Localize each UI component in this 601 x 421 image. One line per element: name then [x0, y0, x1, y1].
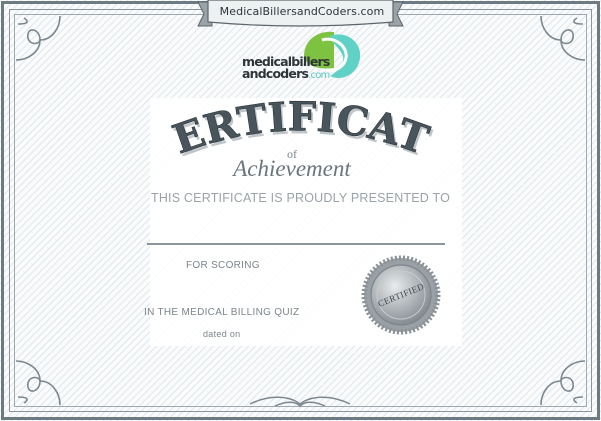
dated-on-label: dated on: [203, 329, 241, 339]
certificate: CERTIFIED CERTIFICATE CERTIFICATE of Ach…: [0, 0, 601, 421]
certified-seal: CERTIFIED: [361, 255, 441, 335]
presented-to-text: THIS CERTIFICATE IS PROUDLY PRESENTED TO: [150, 191, 451, 205]
quiz-name-text: IN THE MEDICAL BILLING QUIZ: [144, 307, 300, 318]
company-logo: medicalbillers andcoders.com: [242, 55, 330, 82]
ribbon-website-text: MedicalBillersandCoders.com: [219, 5, 385, 18]
logo-line-2: andcoders.com: [242, 66, 330, 81]
scoring-label: FOR SCORING: [186, 260, 260, 271]
logo-suffix: .com: [308, 70, 330, 81]
certificate-subtitle: Achievement: [231, 156, 351, 181]
